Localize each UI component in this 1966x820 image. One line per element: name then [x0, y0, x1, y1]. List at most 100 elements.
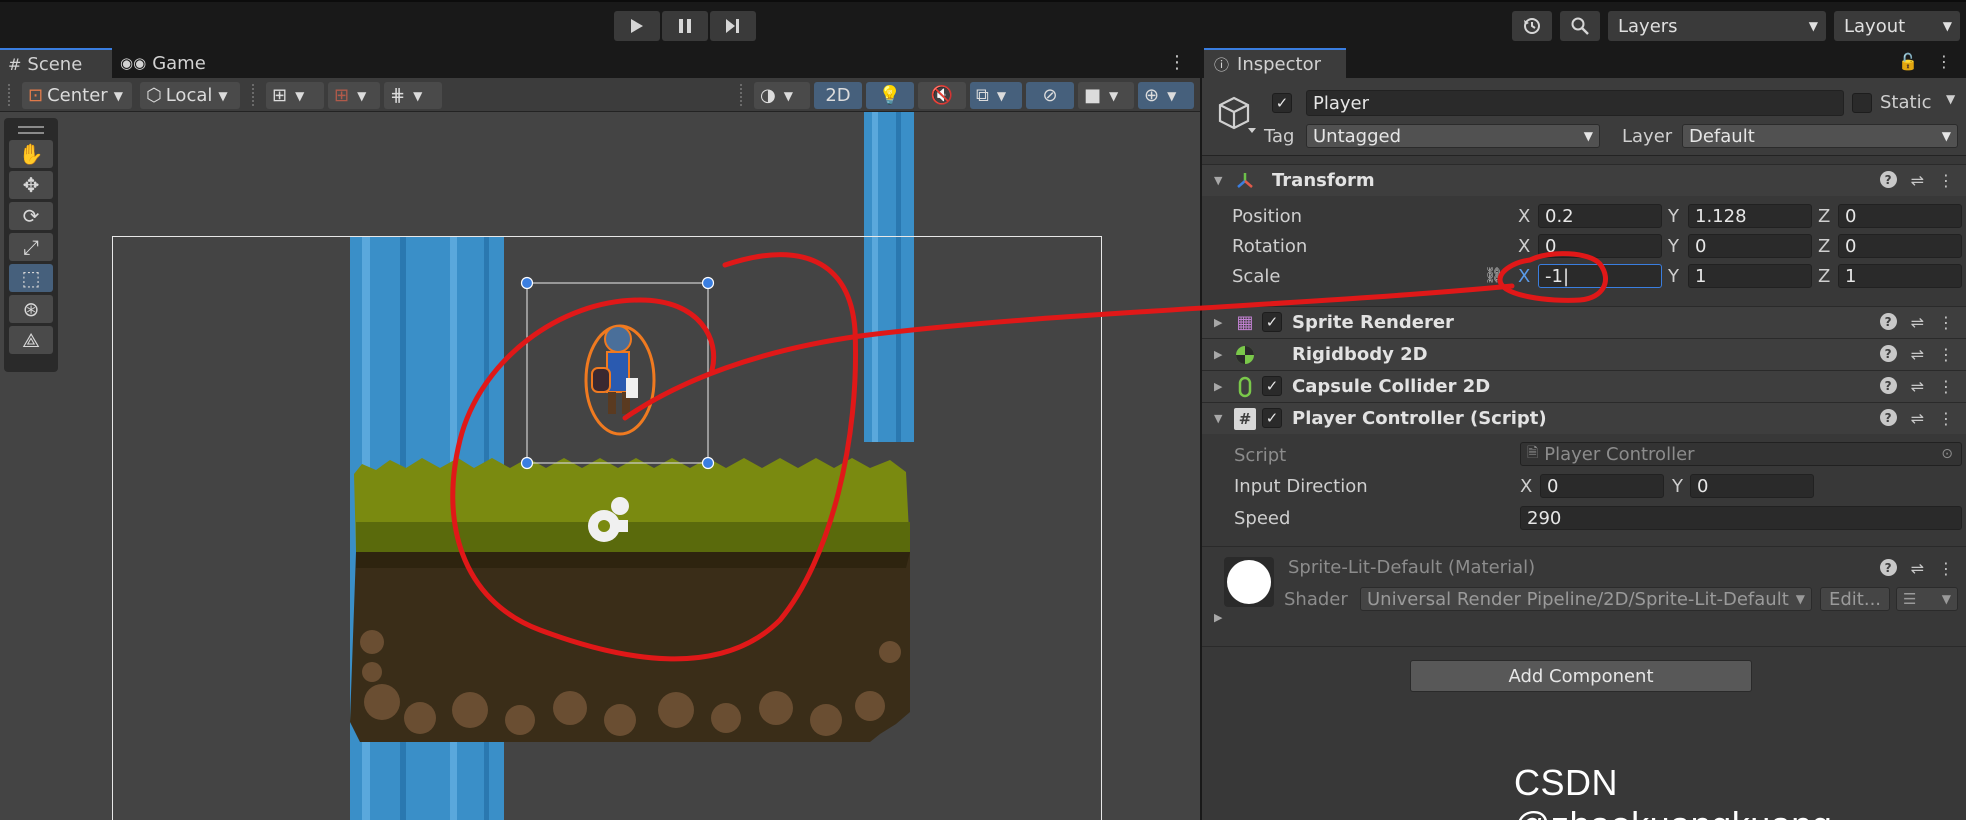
- material-preview[interactable]: [1224, 557, 1274, 607]
- toggle-2d-button[interactable]: 2D: [814, 82, 862, 109]
- rotate-tool[interactable]: ⟳: [9, 202, 53, 230]
- axis-z-label[interactable]: Z: [1818, 236, 1830, 257]
- object-name-field[interactable]: Player: [1306, 90, 1844, 116]
- scale-tool[interactable]: ⤢: [9, 233, 53, 261]
- sprite-renderer-enabled-checkbox[interactable]: ✓: [1262, 312, 1282, 332]
- script-field[interactable]: 🗎 Player Controller ⊙: [1520, 442, 1962, 466]
- kebab-menu-icon[interactable]: ⋮: [1938, 171, 1954, 190]
- static-checkbox[interactable]: [1852, 93, 1872, 113]
- position-z-field[interactable]: 0: [1838, 204, 1962, 228]
- transform-header[interactable]: ▼ Transform ? ⇌ ⋮: [1202, 164, 1966, 196]
- preset-sliders-icon[interactable]: ⇌: [1911, 313, 1924, 332]
- sprite-renderer-header[interactable]: ▶ ▦ ✓ Sprite Renderer ? ⇌ ⋮: [1202, 306, 1966, 338]
- capsule-collider-enabled-checkbox[interactable]: ✓: [1262, 376, 1282, 396]
- layers-dropdown[interactable]: Layers ▼: [1608, 11, 1826, 41]
- effects-dropdown[interactable]: ⧉ ▼: [970, 82, 1022, 109]
- position-y-field[interactable]: 1.128: [1688, 204, 1812, 228]
- add-component-button[interactable]: Add Component: [1410, 660, 1752, 692]
- input-direction-y-field[interactable]: 0: [1690, 474, 1814, 498]
- kebab-menu-icon[interactable]: ⋮: [1938, 559, 1954, 578]
- help-icon[interactable]: ?: [1879, 377, 1897, 394]
- help-icon[interactable]: ?: [1879, 171, 1897, 188]
- foldout-expanded-icon[interactable]: ▼: [1214, 412, 1222, 425]
- axis-y-label[interactable]: Y: [1672, 476, 1683, 497]
- lock-icon[interactable]: 🔓: [1898, 52, 1918, 71]
- axis-x-label[interactable]: X: [1518, 236, 1530, 257]
- lighting-toggle[interactable]: 💡: [866, 82, 914, 109]
- axis-x-label[interactable]: X: [1518, 206, 1530, 227]
- scale-z-field[interactable]: 1: [1838, 264, 1962, 288]
- foldout-collapsed-icon[interactable]: ▶: [1214, 316, 1222, 329]
- player-controller-enabled-checkbox[interactable]: ✓: [1262, 408, 1282, 428]
- player-controller-header[interactable]: ▼ # ✓ Player Controller (Script) ? ⇌ ⋮: [1202, 402, 1966, 434]
- panel-splitter[interactable]: [1200, 48, 1202, 820]
- move-tool[interactable]: ✥: [9, 171, 53, 199]
- scale-y-field[interactable]: 1: [1688, 264, 1812, 288]
- preset-sliders-icon[interactable]: ⇌: [1911, 345, 1924, 364]
- kebab-menu-icon[interactable]: ⋮: [1938, 345, 1954, 364]
- axis-y-label[interactable]: Y: [1668, 236, 1679, 257]
- search-button[interactable]: [1560, 11, 1600, 41]
- tab-game[interactable]: ◉◉ Game: [112, 48, 224, 78]
- tab-scene[interactable]: # Scene: [0, 48, 112, 78]
- shader-options-dropdown[interactable]: ☰ ▼: [1896, 587, 1958, 611]
- foldout-collapsed-icon[interactable]: ▶: [1214, 348, 1222, 361]
- help-icon[interactable]: ?: [1879, 559, 1897, 576]
- kebab-menu-icon[interactable]: ⋮: [1938, 409, 1954, 428]
- camera-dropdown[interactable]: ■ ▼: [1078, 82, 1134, 109]
- foldout-expanded-icon[interactable]: ▼: [1214, 174, 1222, 187]
- help-icon[interactable]: ?: [1879, 313, 1897, 330]
- input-direction-x-field[interactable]: 0: [1540, 474, 1664, 498]
- tab-inspector[interactable]: ⓘ Inspector: [1204, 48, 1346, 78]
- capsule-collider-header[interactable]: ▶ ✓ Capsule Collider 2D ? ⇌ ⋮: [1202, 370, 1966, 402]
- layout-dropdown[interactable]: Layout ▼: [1834, 11, 1960, 41]
- preset-sliders-icon[interactable]: ⇌: [1911, 171, 1924, 190]
- axis-z-label[interactable]: Z: [1818, 206, 1830, 227]
- layer-dropdown[interactable]: Default ▼: [1682, 124, 1958, 148]
- foldout-collapsed-icon[interactable]: ▶: [1214, 380, 1222, 393]
- rotation-x-field[interactable]: 0: [1538, 234, 1662, 258]
- axis-z-label[interactable]: Z: [1818, 266, 1830, 287]
- axis-y-label[interactable]: Y: [1668, 266, 1679, 287]
- constrain-proportions-icon[interactable]: ⛓: [1484, 266, 1503, 284]
- audio-toggle[interactable]: 🔇: [918, 82, 966, 109]
- help-icon[interactable]: ?: [1879, 409, 1897, 426]
- kebab-menu-icon[interactable]: ⋮: [1938, 377, 1954, 396]
- transform-tool[interactable]: ⊛: [9, 295, 53, 323]
- hidden-objects-toggle[interactable]: ⊘: [1026, 82, 1074, 109]
- rect-tool[interactable]: ⬚: [9, 264, 53, 292]
- axis-x-label[interactable]: X: [1518, 266, 1530, 287]
- rotation-z-field[interactable]: 0: [1838, 234, 1962, 258]
- position-x-field[interactable]: 0.2: [1538, 204, 1662, 228]
- scene-viewport[interactable]: ✋ ✥ ⟳ ⤢ ⬚ ⊛ ⟁: [0, 112, 1200, 820]
- incremental-snap-dropdown[interactable]: ⊞ ▼: [328, 82, 380, 109]
- edit-shader-button[interactable]: Edit...: [1820, 587, 1890, 611]
- chevron-down-icon[interactable]: ▼: [1946, 92, 1955, 106]
- kebab-menu-icon[interactable]: ⋮: [1168, 52, 1186, 73]
- rigidbody-header[interactable]: ▶ Rigidbody 2D ? ⇌ ⋮: [1202, 338, 1966, 370]
- custom-tool[interactable]: ⟁: [9, 326, 53, 354]
- kebab-menu-icon[interactable]: ⋮: [1938, 313, 1954, 332]
- object-picker-icon[interactable]: ⊙: [1941, 446, 1953, 462]
- speed-field[interactable]: 290: [1520, 506, 1962, 530]
- shading-mode-dropdown[interactable]: ◑ ▼: [754, 82, 810, 109]
- step-button[interactable]: [710, 11, 756, 41]
- pivot-space-dropdown[interactable]: ⬡ Local ▼: [140, 82, 240, 109]
- scale-x-field[interactable]: -1 |: [1538, 264, 1662, 288]
- pause-button[interactable]: [662, 11, 708, 41]
- axis-x-label[interactable]: X: [1520, 476, 1532, 497]
- history-button[interactable]: [1512, 11, 1552, 41]
- kebab-menu-icon[interactable]: ⋮: [1936, 52, 1952, 71]
- rotation-y-field[interactable]: 0: [1688, 234, 1812, 258]
- grid-visibility-dropdown[interactable]: ⋕ ▼: [384, 82, 442, 109]
- grid-snap-dropdown[interactable]: ⊞ ▼: [266, 82, 324, 109]
- preset-sliders-icon[interactable]: ⇌: [1911, 559, 1924, 578]
- help-icon[interactable]: ?: [1879, 345, 1897, 362]
- preset-sliders-icon[interactable]: ⇌: [1911, 409, 1924, 428]
- pivot-mode-dropdown[interactable]: ⊡ Center ▼: [22, 82, 132, 109]
- gizmos-dropdown[interactable]: ⊕ ▼: [1138, 82, 1194, 109]
- tag-dropdown[interactable]: Untagged ▼: [1306, 124, 1600, 148]
- hand-tool[interactable]: ✋: [9, 140, 53, 168]
- shader-dropdown[interactable]: Universal Render Pipeline/2D/Sprite-Lit-…: [1360, 587, 1812, 611]
- foldout-collapsed-icon[interactable]: ▶: [1214, 611, 1222, 624]
